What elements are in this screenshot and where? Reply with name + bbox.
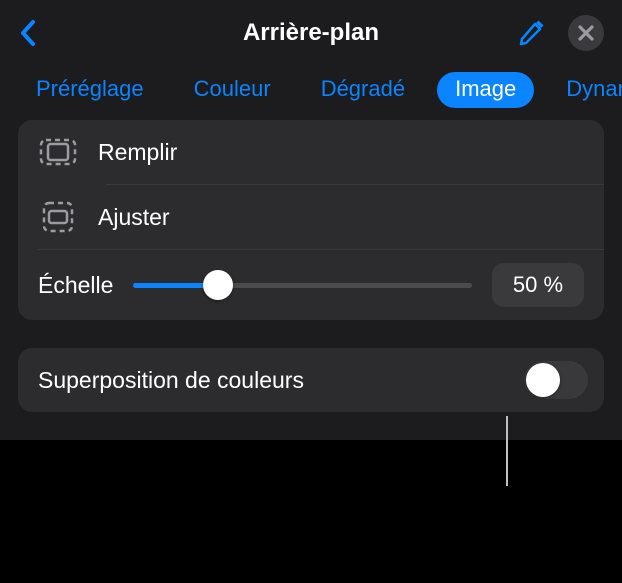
overlay-group: Superposition de couleurs (18, 348, 604, 412)
background-panel: Arrière-plan Préréglage Couleur Dégradé … (0, 0, 622, 440)
overlay-toggle-knob (526, 363, 560, 397)
fill-icon (38, 132, 78, 172)
background-type-tabs: Préréglage Couleur Dégradé Image Dynamiq… (0, 66, 622, 122)
fit-icon (38, 197, 78, 237)
scale-mode-fill-label: Remplir (98, 139, 177, 166)
eyedropper-button[interactable] (516, 18, 546, 48)
tab-gradient[interactable]: Dégradé (303, 72, 423, 108)
scale-mode-fit-label: Ajuster (98, 204, 170, 231)
scale-slider-thumb[interactable] (203, 270, 233, 300)
close-button[interactable] (568, 15, 604, 51)
scale-slider[interactable] (133, 283, 472, 288)
scale-mode-fit[interactable]: Ajuster (18, 185, 604, 249)
scale-mode-fill[interactable]: Remplir (18, 120, 604, 184)
overlay-toggle[interactable] (524, 361, 588, 399)
scale-row: Échelle 50 % (18, 250, 604, 320)
overlay-label: Superposition de couleurs (38, 367, 304, 394)
image-scale-group: Remplir Ajuster Échelle 50 % (18, 120, 604, 320)
tab-dynamic[interactable]: Dynamique (548, 72, 622, 108)
overlay-row: Superposition de couleurs (18, 348, 604, 412)
panel-header: Arrière-plan (0, 0, 622, 66)
scale-label: Échelle (38, 272, 113, 299)
tab-color[interactable]: Couleur (176, 72, 289, 108)
callout-line (506, 416, 508, 486)
tab-image[interactable]: Image (437, 72, 534, 108)
panel-title: Arrière-plan (114, 19, 508, 47)
scale-value[interactable]: 50 % (492, 263, 584, 307)
tab-preset[interactable]: Préréglage (18, 72, 162, 108)
back-button[interactable] (18, 18, 38, 48)
